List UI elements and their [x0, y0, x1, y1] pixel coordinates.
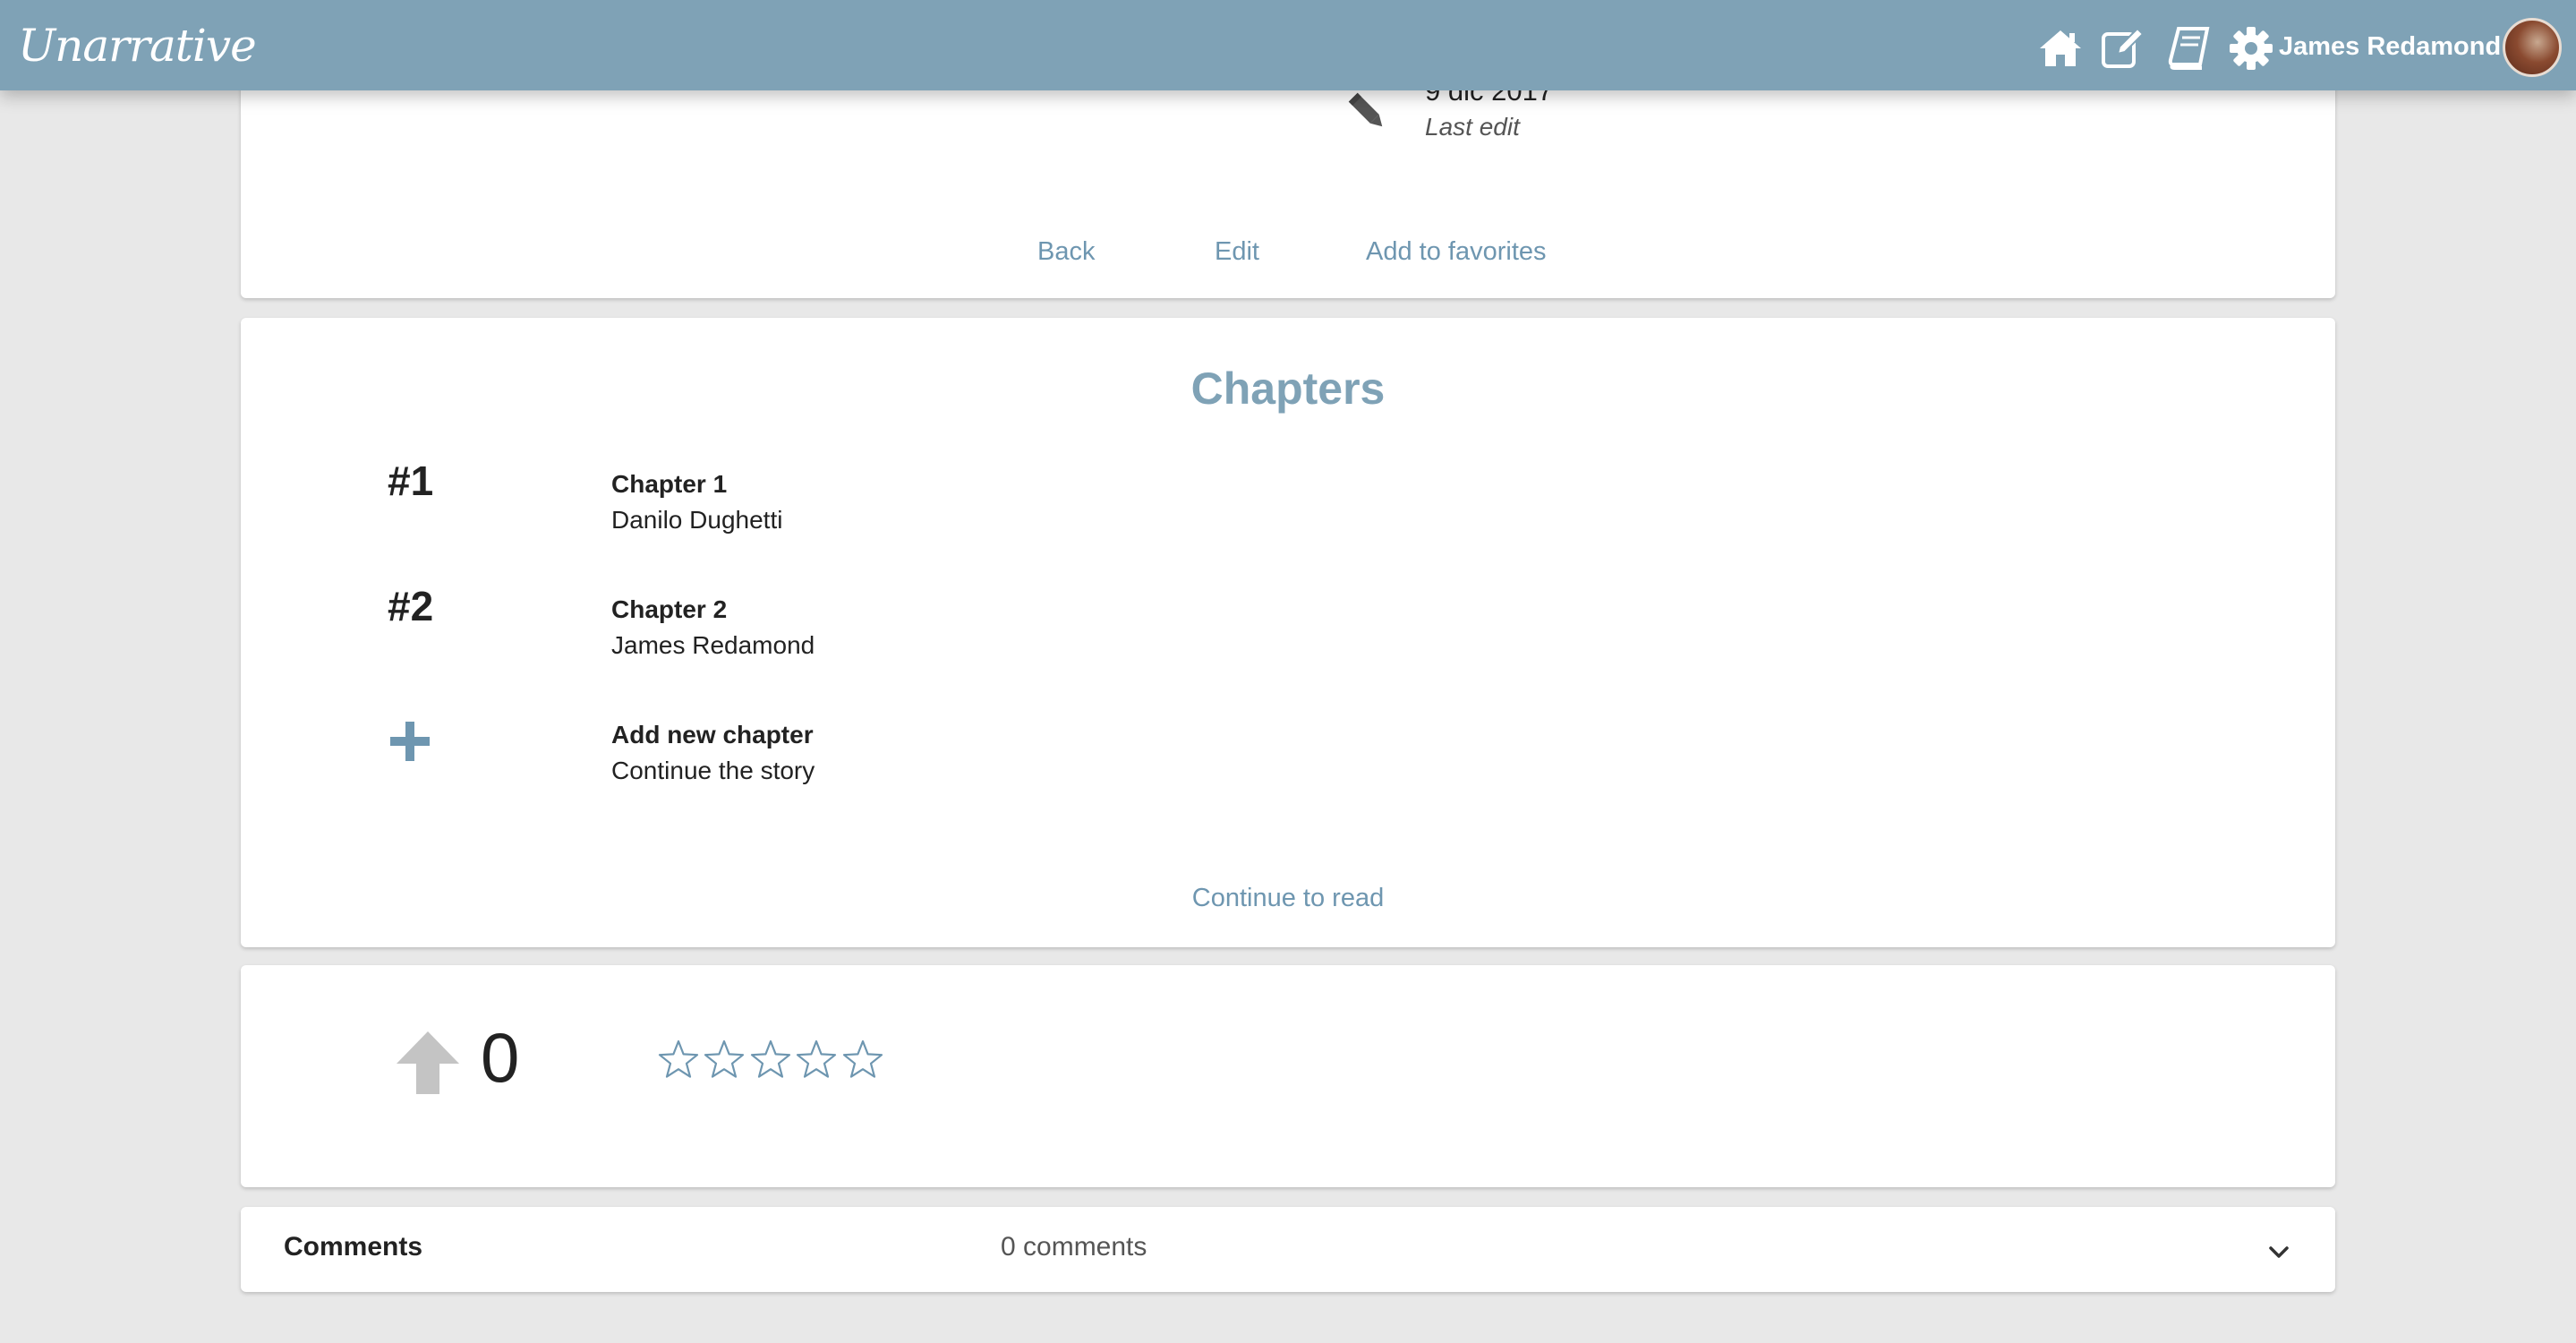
write-icon[interactable]: [2100, 25, 2146, 72]
comments-label: Comments: [284, 1232, 423, 1262]
gear-icon[interactable]: [2228, 25, 2274, 72]
star-icon[interactable]: [750, 1039, 791, 1080]
chapters-title: Chapters: [1190, 364, 1386, 414]
rating-card: 0: [241, 965, 2335, 1187]
continue-to-read-link[interactable]: Continue to read: [241, 884, 2335, 913]
plus-icon[interactable]: [388, 719, 432, 764]
home-icon[interactable]: [2037, 25, 2084, 72]
top-navbar: Unarrative James Redamond: [0, 0, 2576, 90]
chapter-title-link[interactable]: Chapter 1: [611, 470, 727, 499]
chapter-author: Danilo Dughetti: [611, 506, 783, 534]
book-icon[interactable]: [2166, 25, 2213, 72]
star-icon[interactable]: [658, 1039, 699, 1080]
star-icon[interactable]: [796, 1039, 837, 1080]
star-rating[interactable]: [658, 1039, 884, 1083]
star-icon[interactable]: [842, 1039, 883, 1080]
upvote-count: 0: [481, 1018, 520, 1097]
add-new-chapter-link[interactable]: Add new chapter: [611, 721, 814, 749]
comments-card[interactable]: Comments 0 comments: [241, 1207, 2335, 1292]
user-name[interactable]: James Redamond: [2279, 32, 2501, 62]
chapter-number: #1: [388, 458, 434, 504]
comments-count: 0 comments: [1001, 1232, 1147, 1262]
star-icon[interactable]: [704, 1039, 745, 1080]
edit-button[interactable]: Edit: [1215, 237, 1259, 267]
avatar[interactable]: [2503, 18, 2562, 77]
chevron-down-icon[interactable]: [2265, 1239, 2292, 1266]
last-edit-label: Last edit: [1425, 113, 1520, 141]
upvote-arrow-icon[interactable]: [393, 1028, 463, 1098]
back-button[interactable]: Back: [1037, 237, 1095, 267]
pencil-icon: [1343, 88, 1392, 136]
app-logo[interactable]: Unarrative: [18, 20, 257, 73]
add-to-favorites-button[interactable]: Add to favorites: [1366, 237, 1547, 267]
chapter-title-link[interactable]: Chapter 2: [611, 595, 727, 624]
chapters-card: Chapters #1 Chapter 1 Danilo Dughetti #2…: [241, 318, 2335, 947]
chapter-author: James Redamond: [611, 631, 815, 659]
chapter-number: #2: [388, 583, 434, 629]
add-new-chapter-subtitle: Continue the story: [611, 757, 815, 784]
